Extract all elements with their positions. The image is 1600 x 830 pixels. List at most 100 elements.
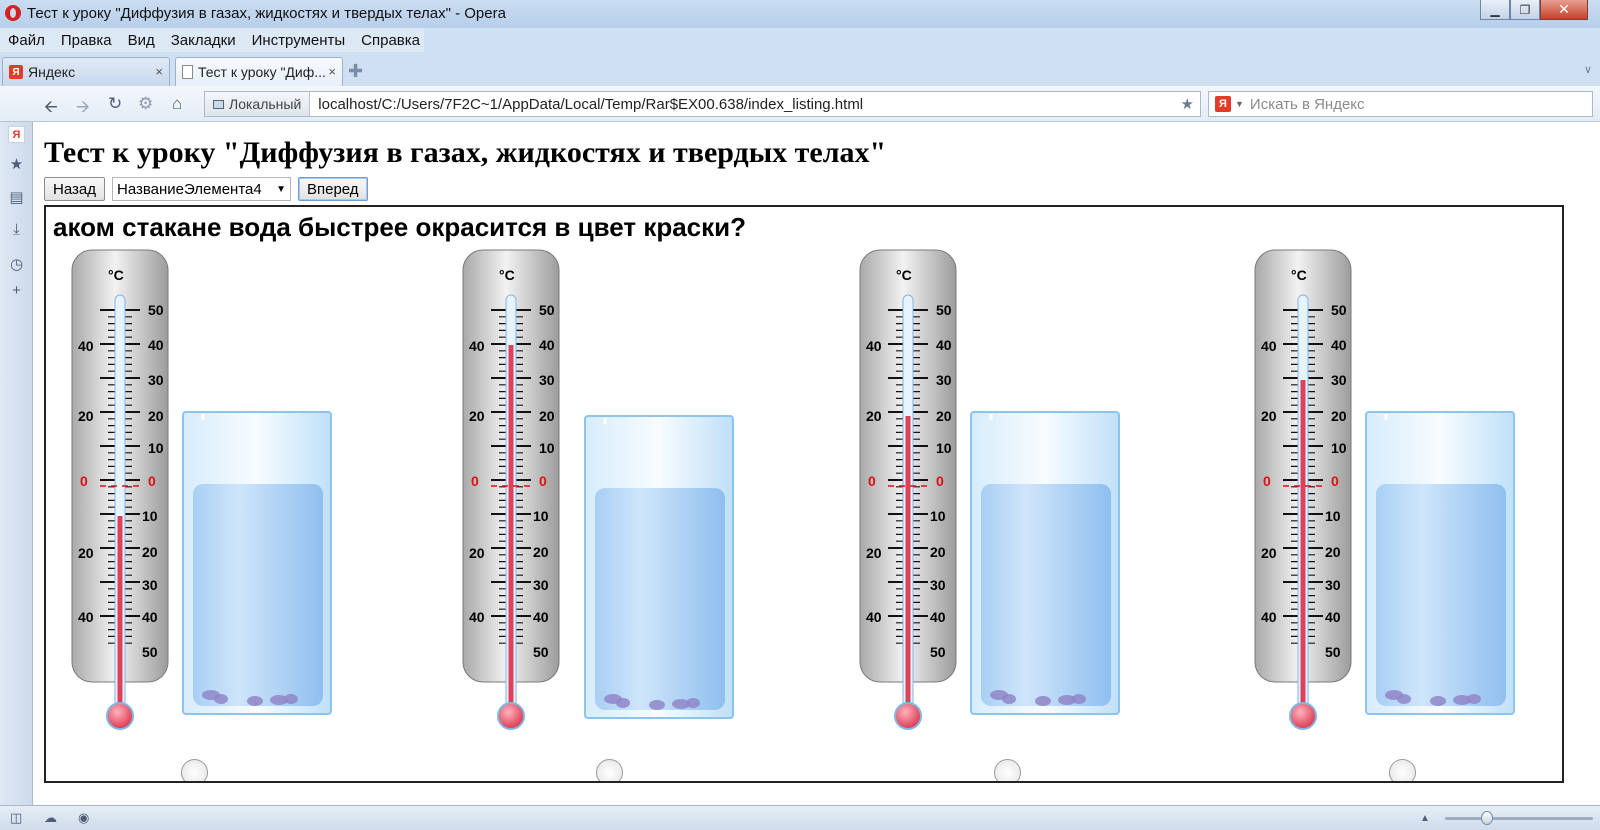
- scale-label-left: 40: [866, 609, 882, 625]
- water: [981, 484, 1111, 706]
- back-arrow-icon[interactable]: 🡨: [44, 94, 58, 123]
- bookmark-star-icon[interactable]: ★: [1181, 95, 1194, 113]
- scale-label-right: 40: [539, 337, 555, 353]
- paint-drop: [1430, 696, 1446, 706]
- thermometer-glass-illustration: °С 50 40 30 20 10 0 10 20 30 40 50 40 20 0 20 40: [462, 249, 734, 730]
- paint-drop: [214, 694, 228, 704]
- close-tab-icon[interactable]: ×: [155, 64, 163, 79]
- panel-toggle-icon[interactable]: ◫: [10, 810, 22, 826]
- zoom-slider[interactable]: [1445, 811, 1593, 825]
- close-window-button[interactable]: ✕: [1540, 0, 1588, 20]
- scale-label-right: 10: [142, 508, 158, 524]
- scale-label-right: 30: [148, 372, 164, 388]
- answer-option: °С 50 40 30 20 10 0 10 20 30 40 50 40 20 0 20 40: [858, 248, 1158, 781]
- side-panel: Я ★ ▤ ⤓ ◷ +: [0, 122, 33, 805]
- history-clock-icon[interactable]: ◷: [8, 255, 25, 273]
- menu-file[interactable]: Файл: [8, 32, 45, 49]
- bookmarks-star-icon[interactable]: ★: [8, 155, 25, 173]
- answer-radio[interactable]: [994, 759, 1021, 781]
- mercury-column: [905, 416, 911, 713]
- paint-drop: [686, 698, 700, 708]
- home-icon[interactable]: ⌂: [172, 94, 182, 114]
- back-button[interactable]: Назад: [44, 177, 105, 201]
- window-title: Тест к уроку "Диффузия в газах, жидкостя…: [27, 5, 506, 22]
- answer-radio[interactable]: [596, 759, 623, 781]
- tab-bar: Я Яндекс × Тест к уроку "Диф... × ✚ ∨: [0, 56, 1600, 86]
- scale-label-left: 20: [866, 545, 882, 561]
- scale-label-right: 10: [936, 440, 952, 456]
- tab-test[interactable]: Тест к уроку "Диф... ×: [175, 57, 343, 86]
- scale-label-right: 30: [539, 372, 555, 388]
- scale-label-left: 20: [78, 545, 94, 561]
- yandex-search-icon[interactable]: Я: [1215, 96, 1231, 112]
- scale-label-left: 40: [1261, 338, 1277, 354]
- water: [1376, 484, 1506, 706]
- scale-label-left: 40: [866, 338, 882, 354]
- yandex-panel-icon[interactable]: Я: [8, 126, 25, 143]
- scale-label-right: 30: [1325, 577, 1341, 593]
- document-icon: [182, 65, 193, 79]
- cloud-sync-icon[interactable]: ☁: [44, 810, 57, 826]
- forward-arrow-icon[interactable]: 🡪: [76, 94, 90, 123]
- menu-view[interactable]: Вид: [128, 32, 155, 49]
- answer-radio[interactable]: [1389, 759, 1416, 781]
- scale-label-left: 0: [1263, 473, 1271, 489]
- tab-yandex[interactable]: Я Яндекс ×: [2, 57, 170, 86]
- add-panel-icon[interactable]: +: [8, 282, 25, 299]
- scale-label-left: 20: [78, 408, 94, 424]
- new-tab-icon[interactable]: ✚: [348, 61, 363, 82]
- close-tab-icon[interactable]: ×: [328, 64, 336, 79]
- page-title: Тест к уроку "Диффузия в газах, жидкостя…: [44, 136, 887, 169]
- next-button[interactable]: Вперед: [297, 177, 368, 201]
- scale-label-right: 10: [148, 440, 164, 456]
- paint-drop: [1467, 694, 1481, 704]
- scale-label-left: 0: [80, 473, 88, 489]
- address-bar[interactable]: Локальный localhost/C:/Users/7F2C~1/AppD…: [204, 91, 1201, 117]
- scale-label-right: 20: [533, 544, 549, 560]
- zoom-slider-knob[interactable]: [1481, 811, 1493, 825]
- url-text[interactable]: localhost/C:/Users/7F2C~1/AppData/Local/…: [310, 96, 863, 113]
- downloads-icon[interactable]: ⤓: [8, 221, 25, 238]
- scale-label-right: 30: [1331, 372, 1347, 388]
- menu-tools[interactable]: Инструменты: [252, 32, 346, 49]
- notes-icon[interactable]: ▤: [8, 188, 25, 206]
- question-select-value: НазваниеЭлемента4: [116, 180, 262, 198]
- menu-help[interactable]: Справка: [361, 32, 420, 49]
- answer-option: °С 50 40 30 20 10 0 10 20 30 40 50 40 20 0 20 40: [461, 248, 761, 781]
- minimize-button[interactable]: ▁: [1480, 0, 1510, 20]
- scale-label-right: 50: [148, 302, 164, 318]
- turbo-icon[interactable]: ◉: [78, 810, 89, 826]
- paint-drop: [1002, 694, 1016, 704]
- search-box[interactable]: Я ▼ Искать в Яндекс: [1208, 91, 1593, 117]
- paint-drop: [649, 700, 665, 710]
- scale-label-right: 30: [930, 577, 946, 593]
- scale-label-right: 20: [1325, 544, 1341, 560]
- key-icon[interactable]: ⚙: [138, 94, 153, 114]
- tab-menu-icon[interactable]: ∨: [1584, 63, 1592, 76]
- menu-edit[interactable]: Правка: [61, 32, 112, 49]
- status-bar: ◫ ☁ ◉ ▲: [0, 805, 1600, 830]
- navigation-toolbar: 🡨 🡪 ↻ ⚙ ⌂ Локальный localhost/C:/Users/7…: [0, 86, 1600, 122]
- thermometer-bulb: [497, 702, 525, 730]
- thermometer-unit-label: °С: [896, 267, 912, 283]
- water: [595, 488, 725, 710]
- reload-icon[interactable]: ↻: [108, 94, 122, 114]
- tab-label: Яндекс: [28, 64, 76, 80]
- answer-radio[interactable]: [181, 759, 208, 781]
- zoom-up-icon[interactable]: ▲: [1420, 813, 1430, 824]
- paint-drop: [616, 698, 630, 708]
- scale-label-left: 40: [1261, 609, 1277, 625]
- scale-label-right: 0: [148, 473, 156, 489]
- scale-label-right: 20: [936, 408, 952, 424]
- chevron-down-icon[interactable]: ▼: [1235, 99, 1244, 109]
- thermometer-glass-illustration: °С 50 40 30 20 10 0 10 20 30 40 50 40 20 0 20 40: [859, 249, 1120, 730]
- question-frame: аком стакане вода быстрее окрасится в цв…: [44, 205, 1564, 783]
- question-select[interactable]: НазваниеЭлемента4 ▼: [111, 177, 291, 201]
- menu-bookmarks[interactable]: Закладки: [171, 32, 236, 49]
- answer-option: °С 50 40 30 20 10 0 10 20 30 40 50 40 20 0 20 40: [70, 248, 370, 781]
- window-controls: ▁ ❐ ✕: [1480, 0, 1588, 20]
- quiz-controls: Назад НазваниеЭлемента4 ▼ Вперед: [44, 177, 368, 201]
- maximize-button[interactable]: ❐: [1510, 0, 1540, 20]
- scale-label-right: 50: [539, 302, 555, 318]
- security-badge[interactable]: Локальный: [205, 92, 311, 116]
